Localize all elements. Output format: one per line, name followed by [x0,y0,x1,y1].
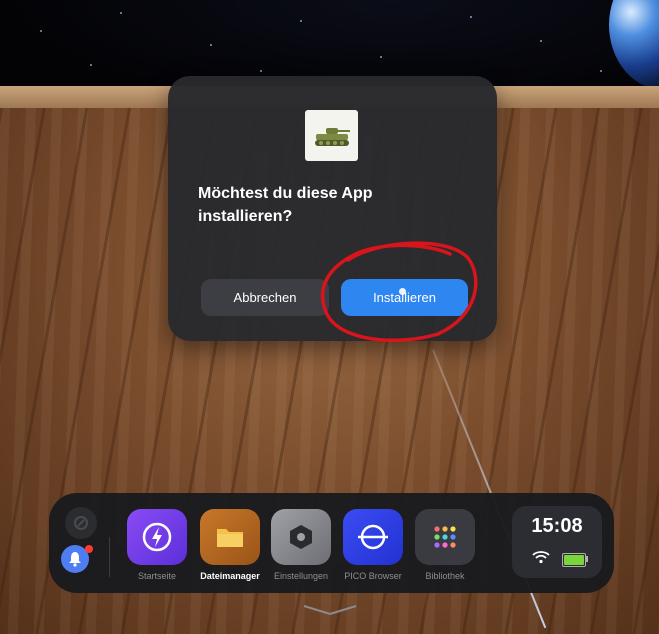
dock-label: Einstellungen [273,571,329,581]
lightning-icon [127,509,187,565]
wifi-icon [532,551,550,564]
browser-globe-icon [343,509,403,565]
dialog-title: Möchtest du diese App installieren? [198,185,373,225]
dock-item-pico-browser[interactable]: PICO Browser [337,509,407,589]
notification-badge [85,545,93,553]
clock-time: 15:08 [531,515,583,537]
dock-label: Bibliothek [425,571,465,581]
battery-cap [586,556,588,562]
dock-label: Dateimanager [200,571,260,581]
tank-icon [305,110,358,161]
dock-label: PICO Browser [344,571,402,581]
grid-icon [415,509,475,565]
dock-divider [109,537,110,577]
cancel-button[interactable]: Abbrechen [201,279,329,316]
dock-item-einstellungen[interactable]: Einstellungen [265,509,335,589]
chevron-down-icon[interactable] [302,604,358,616]
dock-label: Startseite [137,571,177,581]
dock-item-dateimanager[interactable]: Dateimanager [194,509,264,589]
dock-item-startseite[interactable]: Startseite [121,509,191,589]
hexagon-settings-icon [271,509,331,565]
power-icon[interactable] [65,507,97,539]
status-panel[interactable]: 15:08 [512,506,602,578]
folder-icon [200,509,260,565]
battery-icon [562,553,586,567]
pointer-cursor [399,288,406,295]
bottom-dock: Startseite Dateimanager Einstellungen PI… [49,493,614,593]
dock-item-bibliothek[interactable]: Bibliothek [409,509,479,589]
